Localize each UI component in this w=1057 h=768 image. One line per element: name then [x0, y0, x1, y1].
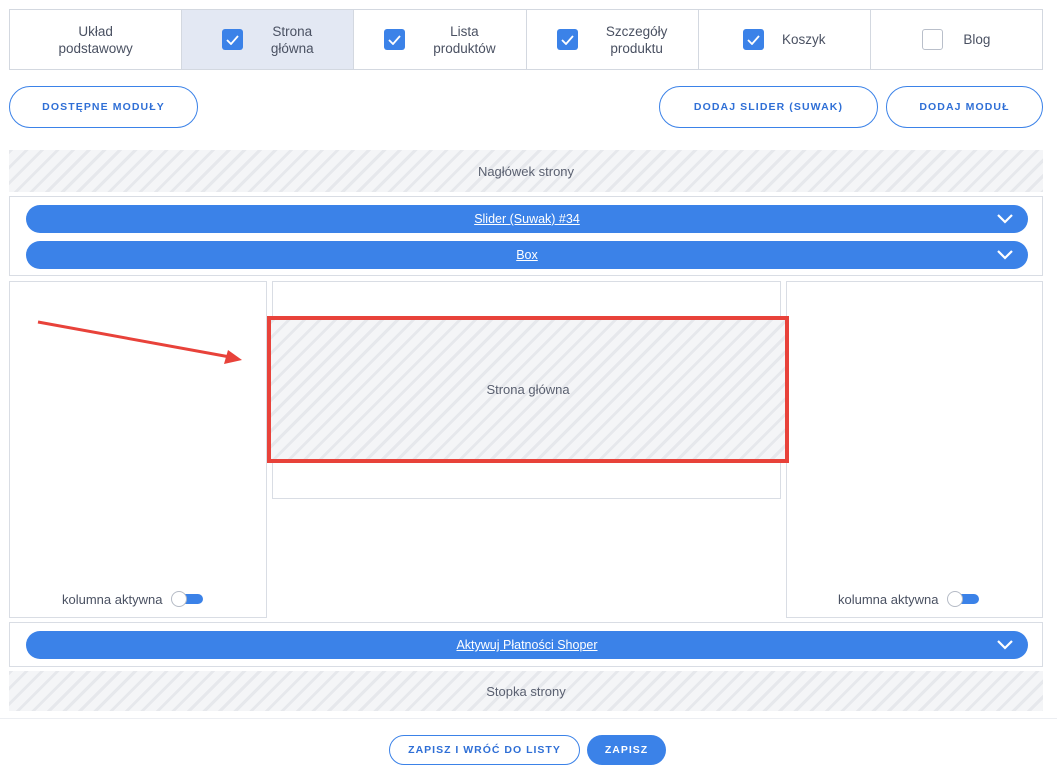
module-shoper-payments[interactable]: Aktywuj Płatności Shoper [26, 631, 1028, 659]
page-type-tabs: Układ podstawowy Strona główna Lista pro… [9, 9, 1043, 70]
page-footer-label: Stopka strony [486, 683, 566, 699]
tab-strona-glowna[interactable]: Strona główna [182, 10, 355, 69]
left-column-active-row: kolumna aktywna [62, 591, 205, 607]
tab-label: Szczegóły produktu [605, 23, 668, 56]
left-column-toggle[interactable] [171, 591, 205, 607]
highlight-box [267, 316, 789, 463]
chevron-down-icon[interactable] [996, 249, 1014, 261]
tab-checkbox[interactable] [922, 29, 944, 50]
footer-divider [0, 718, 1057, 719]
module-label: Aktywuj Płatności Shoper [456, 638, 598, 652]
page-footer-area: Stopka strony [9, 671, 1043, 711]
module-box[interactable]: Box [26, 241, 1028, 269]
bottom-modules-panel: Aktywuj Płatności Shoper [9, 622, 1043, 667]
chevron-down-icon[interactable] [996, 213, 1014, 225]
tab-label: Strona główna [270, 23, 314, 56]
add-slider-button[interactable]: DODAJ SLIDER (SUWAK) [659, 86, 878, 128]
check-icon [747, 34, 760, 45]
tab-blog[interactable]: Blog [871, 10, 1042, 69]
tab-koszyk[interactable]: Koszyk [699, 10, 871, 69]
check-icon [561, 34, 574, 45]
module-label: Box [516, 248, 538, 262]
tab-checkbox[interactable] [221, 29, 243, 50]
tab-uklad-podstawowy[interactable]: Układ podstawowy [10, 10, 183, 69]
tab-lista-produktow[interactable]: Lista produktów [354, 10, 527, 69]
top-modules-panel: Slider (Suwak) #34 Box [9, 196, 1043, 276]
available-modules-button[interactable]: DOSTĘPNE MODUŁY [9, 86, 198, 128]
check-icon [388, 34, 401, 45]
tab-label: Lista produktów [433, 23, 496, 56]
page-header-label: Nagłówek strony [477, 163, 575, 179]
module-label: Slider (Suwak) #34 [474, 212, 580, 226]
right-column-active-label: kolumna aktywna [838, 591, 939, 607]
check-icon [226, 34, 239, 45]
left-column-active-label: kolumna aktywna [62, 591, 163, 607]
right-column-toggle[interactable] [947, 591, 981, 607]
chevron-down-icon[interactable] [996, 639, 1014, 651]
tab-label: Blog [963, 32, 991, 47]
arrow-icon [37, 320, 242, 364]
tab-checkbox[interactable] [384, 29, 406, 50]
module-slider[interactable]: Slider (Suwak) #34 [26, 205, 1028, 233]
page-header-area: Nagłówek strony [9, 150, 1043, 192]
tab-label: Układ podstawowy [58, 23, 133, 56]
right-column-active-row: kolumna aktywna [838, 591, 981, 607]
save-button[interactable]: ZAPISZ [587, 735, 666, 765]
tab-checkbox[interactable] [743, 29, 765, 50]
tab-szczegoly-produktu[interactable]: Szczegóły produktu [527, 10, 699, 69]
tab-checkbox[interactable] [556, 29, 578, 50]
save-and-return-button[interactable]: ZAPISZ I WRÓĆ DO LISTY [389, 735, 580, 765]
add-module-button[interactable]: DODAJ MODUŁ [886, 86, 1043, 128]
tab-label: Koszyk [782, 32, 826, 47]
right-column: kolumna aktywna [786, 281, 1043, 618]
